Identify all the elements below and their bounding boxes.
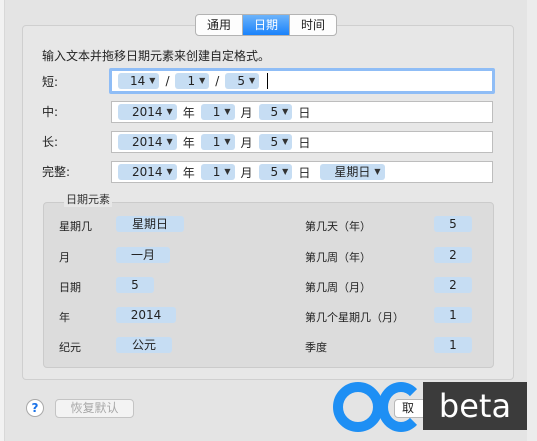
chevron-down-icon: ▼ (149, 76, 156, 85)
token-value: 1 (212, 105, 221, 119)
token-year-short[interactable]: 14 ▼ (118, 73, 160, 89)
element-label-week-of-month: 第几周（月） (305, 281, 371, 294)
separator: / (215, 74, 220, 88)
tab-bar: 通用 日期 时间 (195, 14, 338, 36)
token-value: 星期日 (334, 165, 371, 179)
token-value: 5 (270, 105, 279, 119)
help-button[interactable]: ? (26, 399, 44, 417)
token-year[interactable]: 2014 ▼ (118, 104, 177, 120)
tab-time[interactable]: 时间 (290, 15, 336, 35)
element-label-weekday-ordinal: 第几个星期几（月） (305, 311, 404, 324)
element-token-month[interactable]: 一月 (116, 247, 170, 263)
element-label-weekday: 星期几 (59, 220, 92, 233)
element-label-month: 月 (59, 251, 70, 264)
chevron-down-icon: ▼ (374, 167, 381, 176)
token-day[interactable]: 5 ▼ (258, 104, 293, 120)
watermark-logo-ring (333, 382, 383, 432)
window-edge-left (0, 0, 5, 441)
token-value: 2014 (132, 165, 163, 179)
token-month[interactable]: 1 ▼ (200, 134, 235, 150)
token-month[interactable]: 1 ▼ (175, 73, 210, 89)
token-weekday[interactable]: 星期日 ▼ (320, 164, 385, 180)
long-format-field[interactable]: 2014 ▼ 年 1 ▼ 月 5 ▼ 日 (111, 131, 493, 153)
literal-day: 日 (298, 135, 311, 150)
token-value: 2014 (132, 135, 163, 149)
token-value: 1 (212, 165, 221, 179)
chevron-down-icon: ▼ (224, 107, 231, 116)
element-label-day: 日期 (59, 281, 81, 294)
token-value: 5 (270, 165, 279, 179)
element-label-year: 年 (59, 311, 70, 324)
date-elements-box (43, 202, 494, 368)
literal-year: 年 (182, 105, 195, 120)
token-value: 5 (237, 74, 245, 88)
literal-day: 日 (298, 165, 311, 180)
element-token-year[interactable]: 2014 (116, 307, 176, 323)
restore-defaults-button: 恢复默认 (55, 399, 134, 418)
literal-month: 月 (240, 165, 253, 180)
short-format-field[interactable]: 14 ▼ / 1 ▼ / 5 ▼ (109, 68, 495, 94)
chevron-down-icon: ▼ (166, 167, 173, 176)
element-token-weekday-ordinal[interactable]: 1 (434, 307, 472, 323)
literal-month: 月 (240, 105, 253, 120)
full-format-field[interactable]: 2014 ▼ 年 1 ▼ 月 5 ▼ 日 星期日 ▼ (111, 161, 493, 183)
literal-year: 年 (182, 135, 195, 150)
window-edge-right (527, 0, 537, 441)
chevron-down-icon: ▼ (224, 137, 231, 146)
chevron-down-icon: ▼ (282, 107, 289, 116)
watermark-logo-c (378, 382, 424, 432)
element-token-week-of-year[interactable]: 2 (434, 247, 472, 263)
tab-date[interactable]: 日期 (243, 15, 291, 35)
token-value: 2014 (132, 105, 163, 119)
element-label-week-of-year: 第几周（年） (305, 251, 371, 264)
element-label-day-of-year: 第几天（年） (305, 220, 371, 233)
separator: / (165, 74, 170, 88)
short-label: 短: (42, 75, 59, 89)
chevron-down-icon: ▼ (224, 167, 231, 176)
chevron-down-icon: ▼ (282, 167, 289, 176)
token-month[interactable]: 1 ▼ (200, 104, 235, 120)
token-day[interactable]: 5 ▼ (225, 73, 260, 89)
chevron-down-icon: ▼ (166, 137, 173, 146)
instruction-text: 输入文本并拖移日期元素来创建自定格式。 (42, 49, 271, 63)
token-value: 14 (130, 74, 146, 88)
token-day[interactable]: 5 ▼ (258, 134, 293, 150)
literal-day: 日 (298, 105, 311, 120)
token-value: 5 (270, 135, 279, 149)
element-label-era: 纪元 (59, 341, 81, 354)
text-caret (267, 73, 269, 89)
long-label: 长: (42, 135, 59, 149)
chevron-down-icon: ▼ (282, 137, 289, 146)
token-value: 1 (187, 74, 196, 88)
literal-month: 月 (240, 135, 253, 150)
token-value: 1 (212, 135, 221, 149)
tab-general[interactable]: 通用 (196, 15, 244, 35)
element-token-weekday[interactable]: 星期日 (116, 216, 184, 232)
watermark-beta-label: beta (423, 382, 527, 430)
chevron-down-icon: ▼ (166, 107, 173, 116)
element-token-week-of-month[interactable]: 2 (434, 277, 472, 293)
element-token-era[interactable]: 公元 (116, 337, 172, 353)
element-token-quarter[interactable]: 1 (434, 337, 472, 353)
chevron-down-icon: ▼ (248, 76, 256, 85)
token-month[interactable]: 1 ▼ (200, 164, 235, 180)
medium-label: 中: (42, 105, 59, 119)
literal-year: 年 (182, 165, 195, 180)
element-token-day-of-year[interactable]: 5 (434, 216, 472, 232)
token-day[interactable]: 5 ▼ (258, 164, 293, 180)
element-token-day[interactable]: 5 (116, 277, 154, 293)
token-year[interactable]: 2014 ▼ (118, 134, 177, 150)
element-label-quarter: 季度 (305, 341, 327, 354)
date-elements-title: 日期元素 (64, 191, 112, 207)
medium-format-field[interactable]: 2014 ▼ 年 1 ▼ 月 5 ▼ 日 (111, 101, 493, 123)
token-year[interactable]: 2014 ▼ (118, 164, 177, 180)
chevron-down-icon: ▼ (199, 76, 206, 85)
full-label: 完整: (42, 165, 71, 179)
